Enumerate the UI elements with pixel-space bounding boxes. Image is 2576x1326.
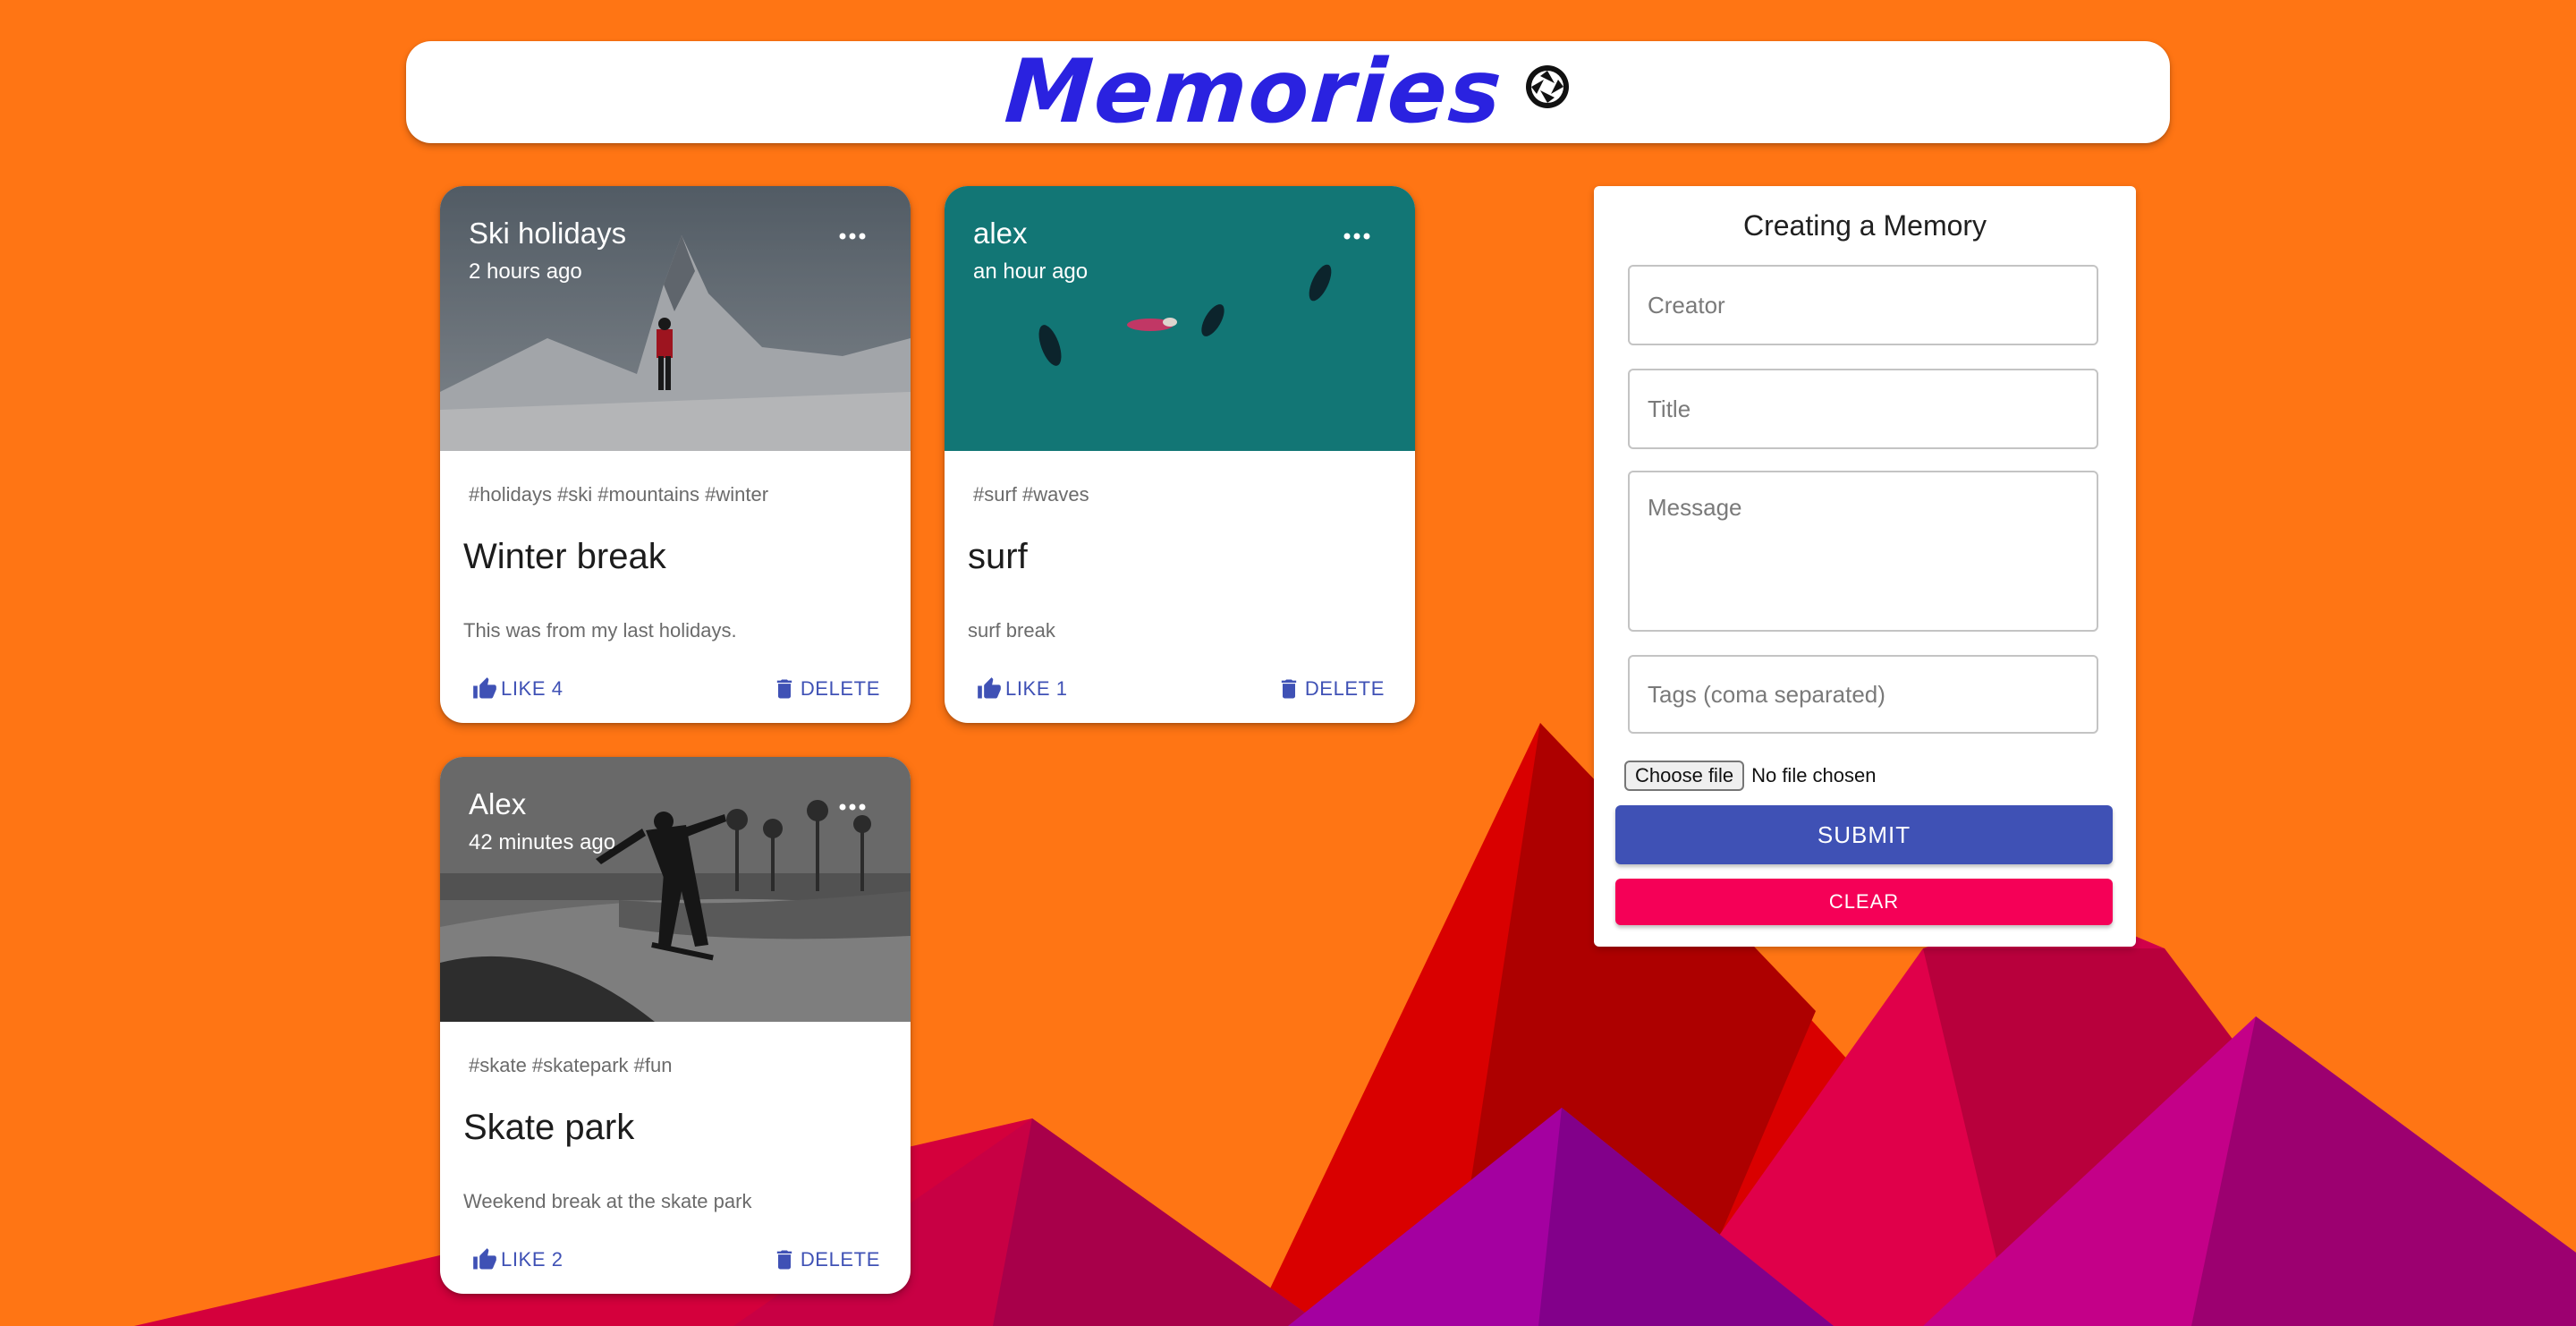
post-author: alex bbox=[973, 217, 1028, 250]
form-title: Creating a Memory bbox=[1742, 209, 1987, 242]
trash-icon bbox=[1281, 679, 1296, 699]
more-options-icon[interactable] bbox=[830, 218, 875, 254]
more-options-icon[interactable] bbox=[830, 789, 875, 825]
post-tags: #surf #waves bbox=[973, 483, 1089, 506]
trash-icon bbox=[776, 1250, 792, 1270]
delete-button[interactable]: DELETE bbox=[772, 676, 880, 701]
post-title: Skate park bbox=[463, 1108, 635, 1147]
post-message: surf break bbox=[968, 619, 1055, 642]
like-label: LIKE 2 bbox=[501, 1248, 564, 1271]
like-button[interactable]: LIKE 1 bbox=[977, 676, 1068, 701]
title-input[interactable] bbox=[1628, 369, 2098, 449]
post-message: This was from my last holidays. bbox=[463, 619, 737, 642]
file-picker: Choose file No file chosen bbox=[1624, 761, 1877, 791]
post-author: Ski holidays bbox=[469, 217, 627, 250]
delete-button[interactable]: DELETE bbox=[772, 1247, 880, 1272]
post-author: Alex bbox=[469, 787, 527, 820]
thumb-up-icon bbox=[473, 1248, 496, 1270]
post-time: 2 hours ago bbox=[469, 259, 582, 284]
message-input[interactable] bbox=[1628, 471, 2098, 632]
like-label: LIKE 1 bbox=[1005, 677, 1068, 700]
app-header: Memories bbox=[406, 41, 2170, 143]
create-memory-form: Creating a Memory Choose file No file ch… bbox=[1594, 186, 2136, 947]
delete-label: DELETE bbox=[800, 677, 880, 700]
camera-aperture-icon bbox=[1526, 65, 1570, 108]
post-card: Ski holidays 2 hours ago #holidays #ski … bbox=[440, 186, 911, 723]
post-time: an hour ago bbox=[973, 259, 1089, 284]
post-tags: #skate #skatepark #fun bbox=[469, 1054, 673, 1076]
tags-input[interactable] bbox=[1628, 655, 2098, 734]
like-label: LIKE 4 bbox=[501, 677, 564, 700]
delete-label: DELETE bbox=[1304, 677, 1385, 700]
post-title: Winter break bbox=[463, 537, 666, 576]
post-time: 42 minutes ago bbox=[469, 830, 616, 854]
app-title: Memories bbox=[1001, 41, 1507, 143]
thumb-up-icon bbox=[473, 677, 496, 699]
post-card: alex an hour ago #surf #waves surf surf … bbox=[945, 186, 1415, 723]
submit-button[interactable]: SUBMIT bbox=[1615, 805, 2113, 864]
creator-input[interactable] bbox=[1628, 265, 2098, 345]
choose-file-button[interactable]: Choose file bbox=[1624, 761, 1745, 791]
trash-icon bbox=[776, 679, 792, 699]
post-message: Weekend break at the skate park bbox=[463, 1190, 752, 1212]
delete-label: DELETE bbox=[800, 1248, 880, 1271]
delete-button[interactable]: DELETE bbox=[1276, 676, 1385, 701]
more-options-icon[interactable] bbox=[1335, 218, 1379, 254]
file-status: No file chosen bbox=[1751, 764, 1877, 786]
clear-button[interactable]: CLEAR bbox=[1615, 879, 2113, 925]
post-title: surf bbox=[968, 537, 1028, 576]
like-button[interactable]: LIKE 2 bbox=[472, 1247, 564, 1272]
like-button[interactable]: LIKE 4 bbox=[472, 676, 564, 701]
post-tags: #holidays #ski #mountains #winter bbox=[469, 483, 769, 506]
post-card: Alex 42 minutes ago #skate #skatepark #f… bbox=[440, 757, 911, 1294]
thumb-up-icon bbox=[978, 677, 1001, 699]
